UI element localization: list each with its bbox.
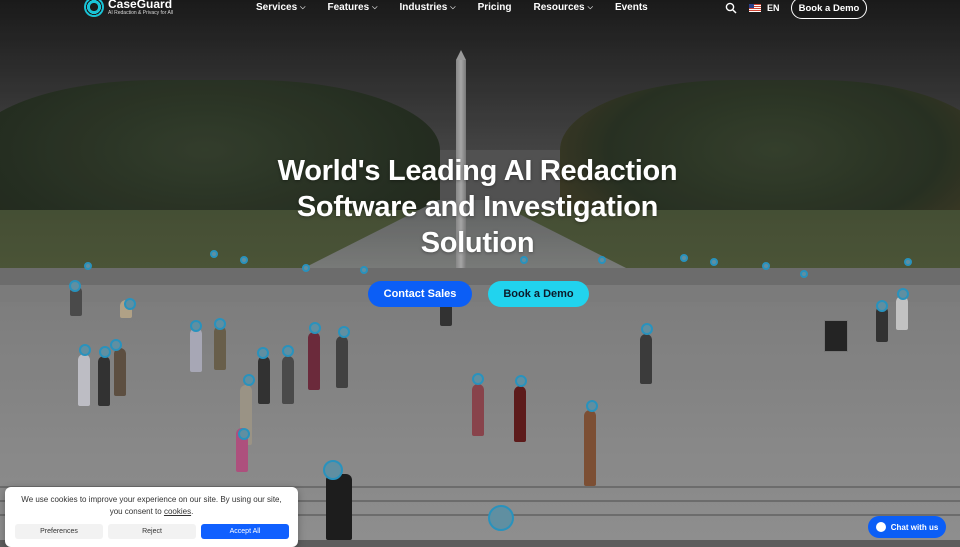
hero-title: World's Leading AI Redaction Software an… xyxy=(240,153,715,261)
logo-text: CaseGuard AI Redaction & Privacy for All xyxy=(108,0,173,16)
logo[interactable]: CaseGuard AI Redaction & Privacy for All xyxy=(84,0,173,17)
cookie-text-end: . xyxy=(191,507,194,516)
hero-title-line: Software and Investigation xyxy=(296,191,659,223)
search-icon[interactable] xyxy=(725,2,737,14)
chevron-down-icon: ⌵ xyxy=(300,3,306,11)
contact-sales-button[interactable]: Contact Sales xyxy=(368,281,472,307)
hero-title-line: World's Leading AI Redaction xyxy=(277,155,678,187)
chevron-down-icon: ⌵ xyxy=(587,3,593,11)
top-navigation: CaseGuard AI Redaction & Privacy for All… xyxy=(0,0,960,20)
hero-background-image xyxy=(0,0,960,540)
nav-pricing[interactable]: Pricing xyxy=(478,2,512,13)
cookies-link[interactable]: cookies xyxy=(164,507,191,516)
chat-button[interactable]: Chat with us xyxy=(868,516,946,538)
book-demo-header-button[interactable]: Book a Demo xyxy=(791,0,867,19)
nav-label: Events xyxy=(614,2,648,13)
nav-label: Resources xyxy=(533,2,585,13)
nav-label: Services xyxy=(256,2,298,13)
dark-overlay xyxy=(0,0,960,540)
chevron-down-icon: ⌵ xyxy=(372,3,378,11)
nav-services[interactable]: Services ⌵ xyxy=(256,2,305,13)
us-flag-icon[interactable] xyxy=(749,4,761,12)
nav-label: Industries xyxy=(399,2,448,13)
nav-industries[interactable]: Industries ⌵ xyxy=(399,2,455,13)
cookie-text: We use cookies to improve your experienc… xyxy=(21,495,282,516)
language-selector[interactable]: EN xyxy=(767,3,780,13)
nav-features[interactable]: Features ⌵ xyxy=(327,2,377,13)
nav-label: Features xyxy=(327,2,370,13)
chevron-down-icon: ⌵ xyxy=(450,3,456,11)
cookie-message: We use cookies to improve your experienc… xyxy=(19,494,284,518)
main-nav: Services ⌵ Features ⌵ Industries ⌵ Prici… xyxy=(256,2,670,13)
cookie-reject-button[interactable]: Reject xyxy=(108,524,196,539)
book-demo-button[interactable]: Book a Demo xyxy=(488,281,589,307)
cookie-preferences-button[interactable]: Preferences xyxy=(15,524,103,539)
chat-label: Chat with us xyxy=(890,522,939,532)
nav-label: Pricing xyxy=(477,2,512,13)
caseguard-logo-icon xyxy=(84,0,104,17)
cookie-banner: We use cookies to improve your experienc… xyxy=(5,487,298,547)
logo-tagline: AI Redaction & Privacy for All xyxy=(108,10,174,16)
nav-events[interactable]: Events xyxy=(615,2,648,13)
logo-name: CaseGuard xyxy=(108,0,173,11)
chat-bubble-icon xyxy=(875,522,886,532)
nav-resources[interactable]: Resources ⌵ xyxy=(533,2,592,13)
hero-title-line: Solution xyxy=(420,227,535,259)
cookie-accept-button[interactable]: Accept All xyxy=(201,524,289,539)
